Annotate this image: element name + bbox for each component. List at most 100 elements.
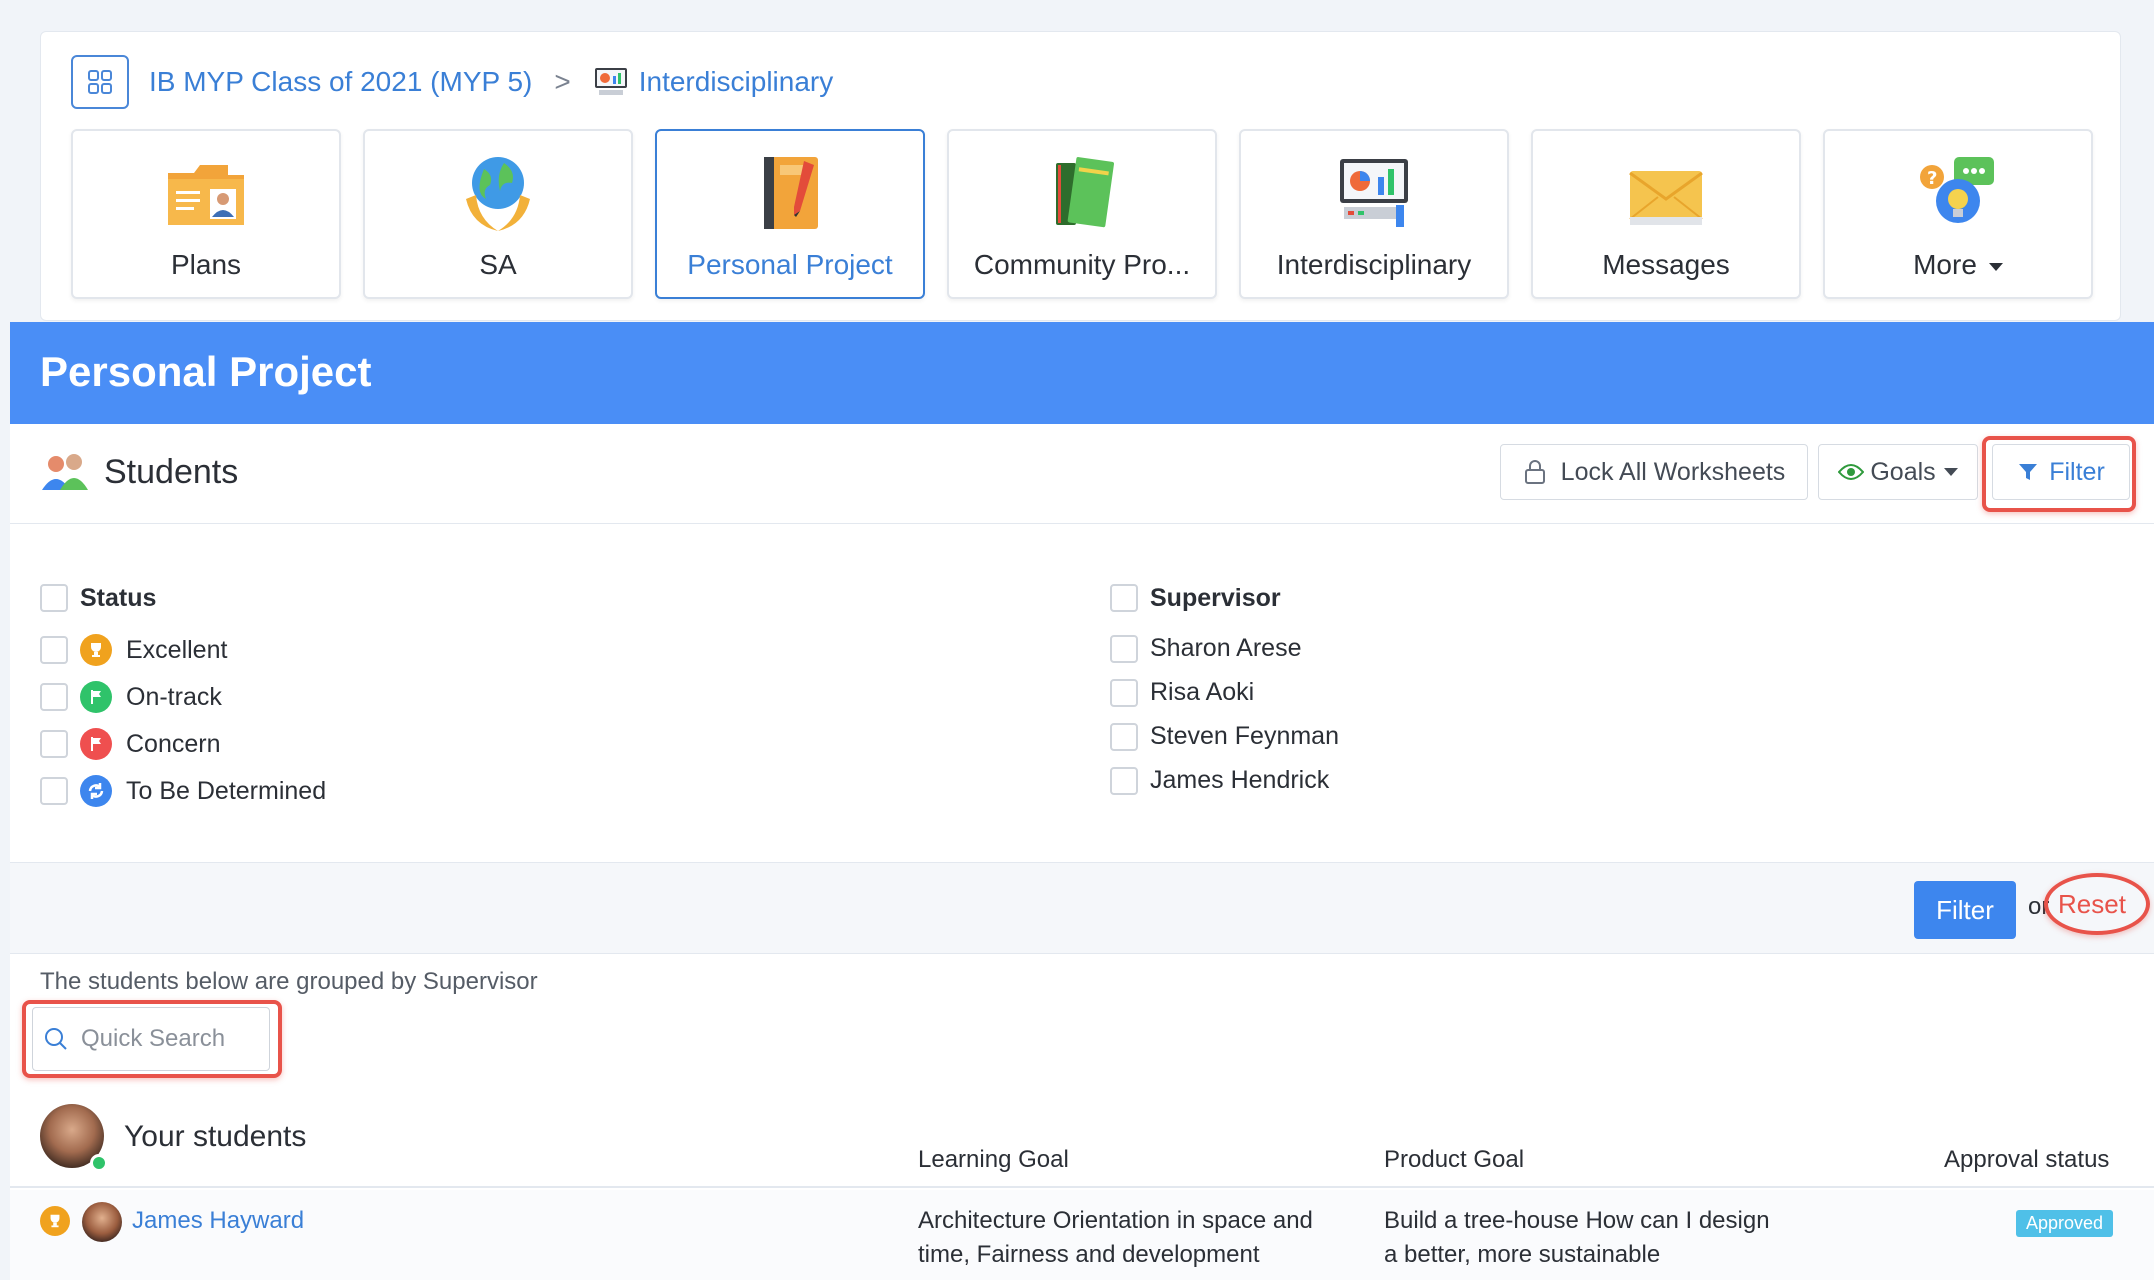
tile-interdisciplinary[interactable]: Interdisciplinary <box>1239 129 1509 299</box>
lock-all-worksheets-button[interactable]: Lock All Worksheets <box>1500 444 1808 500</box>
supervisor-option[interactable]: Steven Feynman <box>1110 716 1339 757</box>
panel-title: Students <box>40 450 238 494</box>
checkbox[interactable] <box>1110 678 1138 707</box>
tile-personal-project[interactable]: Personal Project <box>655 129 925 299</box>
refresh-icon <box>80 775 112 807</box>
presentation-board-icon <box>594 68 627 95</box>
grouped-note: The students below are grouped by Superv… <box>40 968 538 995</box>
tile-label: Plans <box>170 249 242 280</box>
apps-grid-button[interactable] <box>71 55 129 109</box>
supervisor-filter-group: Supervisor Sharon Arese Risa Aoki Steven… <box>1110 576 1339 804</box>
checkbox[interactable] <box>40 730 68 758</box>
student-avatar <box>82 1202 122 1242</box>
breadcrumb-current[interactable]: Interdisciplinary <box>639 66 834 98</box>
books-icon <box>1056 157 1115 228</box>
apply-filter-button[interactable]: Filter <box>1914 881 2016 939</box>
chat-bulb-icon: ? <box>1920 157 1994 223</box>
supervisor-label: Risa Aoki <box>1150 678 1255 706</box>
breadcrumb: IB MYP Class of 2021 (MYP 5) > Interdisc… <box>71 54 833 110</box>
supervisor-heading: Supervisor <box>1150 583 1281 612</box>
tile-messages[interactable]: Messages <box>1531 129 1801 299</box>
tile-label: Personal Project <box>687 249 893 280</box>
status-option-on-track[interactable]: On-track <box>40 675 326 719</box>
goals-dropdown-button[interactable]: Goals <box>1818 444 1978 500</box>
checkbox[interactable] <box>1110 634 1138 663</box>
eye-icon <box>1838 464 1865 480</box>
flag-icon <box>80 681 112 713</box>
status-option-tbd[interactable]: To Be Determined <box>40 769 326 813</box>
tile-label: Messages <box>1602 249 1730 280</box>
notebook-pencil-icon <box>764 157 818 229</box>
status-label: On-track <box>126 682 222 711</box>
status-label: Concern <box>126 729 221 758</box>
column-approval-status: Approval status <box>1944 1146 2110 1173</box>
supervisor-option[interactable]: James Hendrick <box>1110 760 1339 801</box>
folder-person-icon <box>168 165 244 225</box>
supervisor-all-checkbox[interactable] <box>1110 584 1138 612</box>
tile-sa[interactable]: SA <box>363 129 633 299</box>
filter-action-bar: Filter or Reset <box>10 862 2154 954</box>
flag-icon <box>80 728 112 760</box>
tile-plans[interactable]: Plans <box>71 129 341 299</box>
page-header: Personal Project <box>10 322 2154 424</box>
grid-icon <box>88 70 112 94</box>
svg-text:?: ? <box>1927 168 1937 189</box>
nav-card: IB MYP Class of 2021 (MYP 5) > Interdisc… <box>40 31 2121 321</box>
highlight-reset-link <box>2044 873 2150 935</box>
supervisor-option[interactable]: Risa Aoki <box>1110 672 1339 713</box>
supervisor-label: Sharon Arese <box>1150 634 1302 662</box>
breadcrumb-separator: > <box>554 66 571 97</box>
supervisor-label: James Hendrick <box>1150 766 1330 794</box>
caret-down-icon <box>1943 468 1958 476</box>
more-label: More <box>1913 249 1977 280</box>
status-option-concern[interactable]: Concern <box>40 722 326 766</box>
lock-label: Lock All Worksheets <box>1560 457 1786 486</box>
presentation-board-icon <box>1340 159 1408 227</box>
supervisor-heading-row[interactable]: Supervisor <box>1110 576 1339 620</box>
checkbox[interactable] <box>1110 722 1138 751</box>
column-product-goal: Product Goal <box>1384 1146 1525 1173</box>
page-title: Personal Project <box>40 348 372 395</box>
tile-more[interactable]: ? More <box>1823 129 2093 299</box>
status-all-checkbox[interactable] <box>40 584 68 612</box>
checkbox[interactable] <box>40 777 68 805</box>
tile-label-more: More <box>1913 249 2003 281</box>
table-row: James Hayward Architecture Orientation i… <box>10 1190 2154 1280</box>
trophy-icon <box>80 634 112 666</box>
people-icon <box>42 454 88 490</box>
group-title: Your students <box>124 1120 307 1153</box>
filter-form: Status Excellent On-track Concern To Be … <box>10 524 2154 842</box>
goals-label: Goals <box>1870 457 1936 486</box>
highlight-filter-button <box>1982 436 2136 512</box>
caret-down-icon <box>1988 262 2003 271</box>
tile-label: Interdisciplinary <box>1276 249 1472 280</box>
status-filter-group: Status Excellent On-track Concern To Be … <box>40 576 326 816</box>
supervisor-label: Steven Feynman <box>1150 722 1339 750</box>
students-panel: Students Lock All Worksheets Goals Filte… <box>10 424 2154 1280</box>
product-goal-cell: Build a tree-house How can I design a be… <box>1384 1207 1770 1268</box>
breadcrumb-class[interactable]: IB MYP Class of 2021 (MYP 5) <box>149 66 532 98</box>
table-header: Your students Learning Goal Product Goal… <box>10 1094 2154 1188</box>
tile-community-project[interactable]: Community Pro... <box>947 129 1217 299</box>
highlight-search <box>22 1000 282 1078</box>
student-name-link[interactable]: James Hayward <box>132 1204 304 1238</box>
status-heading: Status <box>80 583 157 612</box>
tile-label: Community Pro... <box>973 249 1191 280</box>
column-learning-goal: Learning Goal <box>918 1146 1069 1173</box>
trophy-icon <box>40 1206 70 1236</box>
status-option-excellent[interactable]: Excellent <box>40 628 326 672</box>
supervisor-option[interactable]: Sharon Arese <box>1110 628 1339 669</box>
status-heading-row[interactable]: Status <box>40 576 326 620</box>
status-label: To Be Determined <box>126 776 327 805</box>
panel-header: Students Lock All Worksheets Goals Filte… <box>10 424 2154 524</box>
checkbox[interactable] <box>40 683 68 711</box>
tile-label: SA <box>479 249 517 280</box>
checkbox[interactable] <box>40 636 68 664</box>
online-status-dot <box>90 1154 108 1172</box>
envelope-icon <box>1629 171 1703 225</box>
lock-icon <box>1524 460 1545 484</box>
status-label: Excellent <box>126 635 228 664</box>
approval-badge: Approved <box>2016 1210 2114 1237</box>
module-tiles: Plans SA Personal Project Community Pro.… <box>71 129 2093 299</box>
checkbox[interactable] <box>1110 766 1138 795</box>
